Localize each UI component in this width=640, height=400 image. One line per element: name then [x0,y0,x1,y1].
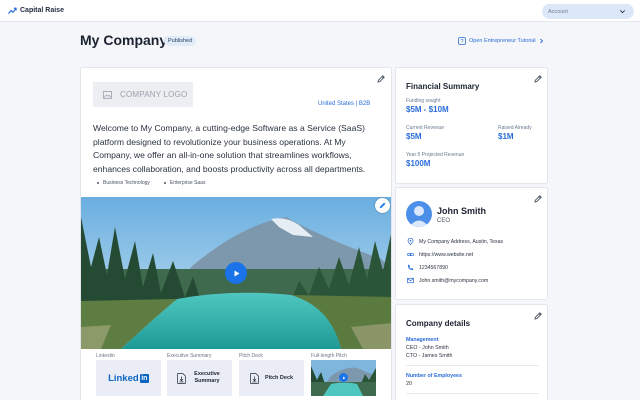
linkedin-logo-text: Linked [108,372,139,384]
industry-tag: Enterprise Saas [164,180,206,186]
help-icon: ? [458,37,466,45]
page-title: My Company [80,32,168,48]
play-icon [234,270,239,276]
mail-icon [407,277,414,284]
funding-sought-label: Funding sought [406,98,441,104]
current-revenue-label: Current Revenue [406,125,445,131]
linkedin-logo-badge: in [139,373,149,383]
contact-address: My Company Address, Austin, Texas [419,238,504,245]
play-button[interactable] [225,262,247,284]
pencil-icon [379,202,386,209]
chevron-down-icon [620,10,625,14]
current-revenue-value: $5M [406,132,422,141]
chevron-right-icon [539,38,543,44]
linkedin-tile[interactable]: Linked in [96,360,161,396]
top-bar: Capital Raise Account [0,0,640,22]
employees-heading: Number of Employees [406,373,462,379]
play-button-small[interactable] [339,373,348,382]
avatar [406,201,432,227]
projected-revenue-label: Year 5 Projected Revenue [406,152,465,158]
contact-role: CEO [437,218,451,224]
svg-text:?: ? [460,39,463,45]
location-pin-icon [407,238,414,245]
section-divider [406,365,539,366]
full-length-pitch-tile[interactable] [311,360,376,396]
contact-phone-row: 1234567890 [407,264,448,271]
company-details-title: Company details [406,319,471,328]
employees-count: 20 [406,381,412,387]
brand[interactable]: Capital Raise [8,6,64,15]
pitch-deck-tile[interactable]: Pitch Deck [239,360,304,396]
asset-label-linkedin: Linkedin [96,353,115,359]
financial-summary-title: Financial Summary [406,82,480,91]
contact-website-row[interactable]: https://www.website.net [407,251,473,258]
download-document-icon [250,372,259,384]
phone-icon [407,264,414,270]
contact-email[interactable]: John.smith@mycompany.com [419,278,488,284]
play-icon [342,376,345,379]
location-industry-link[interactable]: United States | B2B [318,101,370,107]
raised-already-label: Raised Already [498,125,532,131]
contact-card: John Smith CEO My Company Address, Austi… [395,187,548,300]
app-name: Capital Raise [20,7,64,14]
contact-name: John Smith [437,206,486,216]
pencil-icon[interactable] [533,74,543,84]
status-badge: Published [164,36,197,46]
linkedin-logo: Linked in [108,373,149,384]
link-icon [407,252,414,257]
pitch-deck-tile-text: Pitch Deck [264,374,294,381]
industry-tags: Business Technology Enterprise Saas [97,180,205,186]
executive-summary-tile-text: Executive Summary [194,371,220,384]
section-divider [406,393,539,394]
asset-label-pitch-deck: Pitch Deck [239,353,263,359]
financial-summary-card: Financial Summary Funding sought $5M - $… [395,67,548,184]
trend-chart-icon [8,7,17,15]
management-item: CEO - John Smith [406,345,449,351]
management-heading: Management [406,337,439,343]
projected-revenue-value: $100M [406,159,431,168]
image-icon [103,90,112,99]
executive-summary-tile[interactable]: Executive Summary [167,360,232,396]
industry-tag: Business Technology [97,180,150,186]
asset-label-full-pitch: Full-length Pitch [311,353,347,359]
user-icon [409,206,429,227]
edit-video-button[interactable] [375,198,390,213]
pencil-icon[interactable] [376,74,386,84]
account-label: Account [548,8,568,15]
raised-already-value: $1M [498,132,514,141]
company-logo-placeholder[interactable]: COMPANY LOGO [93,82,193,107]
contact-address-row: My Company Address, Austin, Texas [407,238,503,245]
download-document-icon [177,372,186,384]
pencil-icon[interactable] [533,194,543,204]
asset-label-executive-summary: Executive Summary [167,353,212,359]
company-description: Welcome to My Company, a cutting-edge So… [93,123,366,174]
company-profile-card: COMPANY LOGO United States | B2B Welcome… [80,67,392,400]
contact-phone: 1234567890 [419,264,448,271]
company-details-card: Company details Management CEO - John Sm… [395,304,548,400]
tutorial-link-label: Open Entrepreneur Tutorial [469,38,536,44]
funding-sought-value: $5M - $10M [406,105,449,114]
management-item: CTO - James Smith [406,353,453,359]
contact-website[interactable]: https://www.website.net [419,252,473,258]
logo-placeholder-text: COMPANY LOGO [120,90,188,99]
tutorial-link[interactable]: ? Open Entrepreneur Tutorial [458,37,544,45]
contact-email-row[interactable]: John.smith@mycompany.com [407,277,488,284]
account-dropdown[interactable]: Account [542,4,634,19]
pencil-icon[interactable] [533,311,543,321]
